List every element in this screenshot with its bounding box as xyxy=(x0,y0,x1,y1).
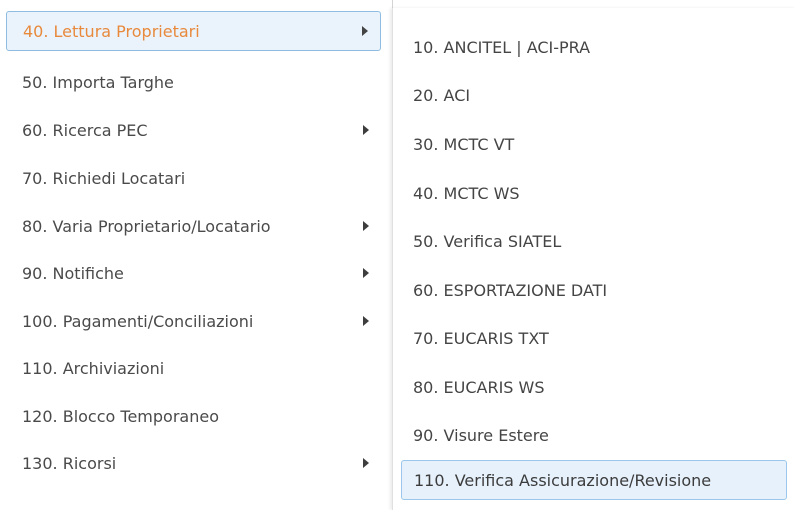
submenu-item-mctc-ws[interactable]: 40. MCTC WS xyxy=(401,173,787,213)
menu-item-archiviazioni[interactable]: 110. Archiviazioni xyxy=(6,348,381,388)
submenu-arrow-icon xyxy=(362,26,368,36)
submenu-arrow-icon xyxy=(363,221,369,231)
context-menu-cascade: 40. Lettura Proprietari 50. Importa Targ… xyxy=(0,0,795,510)
submenu-item-label: 30. MCTC VT xyxy=(413,134,515,154)
menu-item-label: 60. Ricerca PEC xyxy=(22,120,148,140)
submenu-item-verifica-assicurazione-revisione[interactable]: 110. Verifica Assicurazione/Revisione xyxy=(401,460,787,500)
submenu-item-visure-estere[interactable]: 90. Visure Estere xyxy=(401,415,787,455)
submenu-item-label: 20. ACI xyxy=(413,85,471,105)
submenu-item-label: 10. ANCITEL | ACI-PRA xyxy=(413,37,591,57)
menu-item-ricorsi[interactable]: 130. Ricorsi xyxy=(6,443,381,483)
submenu-item-label: 40. MCTC WS xyxy=(413,183,520,203)
menu-item-label: 120. Blocco Temporaneo xyxy=(22,406,219,426)
menu-item-lettura-proprietari[interactable]: 40. Lettura Proprietari xyxy=(6,11,381,51)
menu-item-label: 50. Importa Targhe xyxy=(22,72,174,92)
submenu-item-aci[interactable]: 20. ACI xyxy=(401,75,787,115)
menu-item-label: 70. Richiedi Locatari xyxy=(22,168,186,188)
submenu-item-label: 110. Verifica Assicurazione/Revisione xyxy=(414,470,712,490)
submenu-arrow-icon xyxy=(363,458,369,468)
submenu-item-label: 50. Verifica SIATEL xyxy=(413,231,562,251)
submenu-item-eucaris-ws[interactable]: 80. EUCARIS WS xyxy=(401,367,787,407)
submenu-item-ancitel-aci-pra[interactable]: 10. ANCITEL | ACI-PRA xyxy=(401,27,787,67)
submenu-item-label: 90. Visure Estere xyxy=(413,425,549,445)
submenu-item-eucaris-txt[interactable]: 70. EUCARIS TXT xyxy=(401,318,787,358)
submenu-item-label: 70. EUCARIS TXT xyxy=(413,328,549,348)
submenu-item-label: 60. ESPORTAZIONE DATI xyxy=(413,280,608,300)
submenu-item-esportazione-dati[interactable]: 60. ESPORTAZIONE DATI xyxy=(401,270,787,310)
submenu-item-mctc-vt[interactable]: 30. MCTC VT xyxy=(401,124,787,164)
menu-item-ricerca-pec[interactable]: 60. Ricerca PEC xyxy=(6,110,381,150)
menu-item-label: 110. Archiviazioni xyxy=(22,358,165,378)
menu-item-label: 40. Lettura Proprietari xyxy=(23,21,200,41)
submenu-arrow-icon xyxy=(363,316,369,326)
menu-item-varia-proprietario-locatario[interactable]: 80. Varia Proprietario/Locatario xyxy=(6,206,381,246)
menu-item-label: 90. Notifiche xyxy=(22,263,124,283)
menu-item-label: 100. Pagamenti/Conciliazioni xyxy=(22,311,254,331)
menu-item-label: 80. Varia Proprietario/Locatario xyxy=(22,216,271,236)
menu-item-pagamenti-conciliazioni[interactable]: 100. Pagamenti/Conciliazioni xyxy=(6,301,381,341)
main-menu: 40. Lettura Proprietari 50. Importa Targ… xyxy=(0,0,393,510)
menu-item-importa-targhe[interactable]: 50. Importa Targhe xyxy=(6,62,381,102)
submenu-lettura-proprietari: 10. ANCITEL | ACI-PRA 20. ACI 30. MCTC V… xyxy=(392,8,795,510)
menu-item-notifiche[interactable]: 90. Notifiche xyxy=(6,253,381,293)
submenu-item-label: 80. EUCARIS WS xyxy=(413,377,545,397)
menu-item-richiedi-locatari[interactable]: 70. Richiedi Locatari xyxy=(6,158,381,198)
submenu-arrow-icon xyxy=(363,125,369,135)
menu-item-blocco-temporaneo[interactable]: 120. Blocco Temporaneo xyxy=(6,396,381,436)
menu-item-label: 130. Ricorsi xyxy=(22,453,117,473)
submenu-item-verifica-siatel[interactable]: 50. Verifica SIATEL xyxy=(401,221,787,261)
submenu-arrow-icon xyxy=(363,268,369,278)
